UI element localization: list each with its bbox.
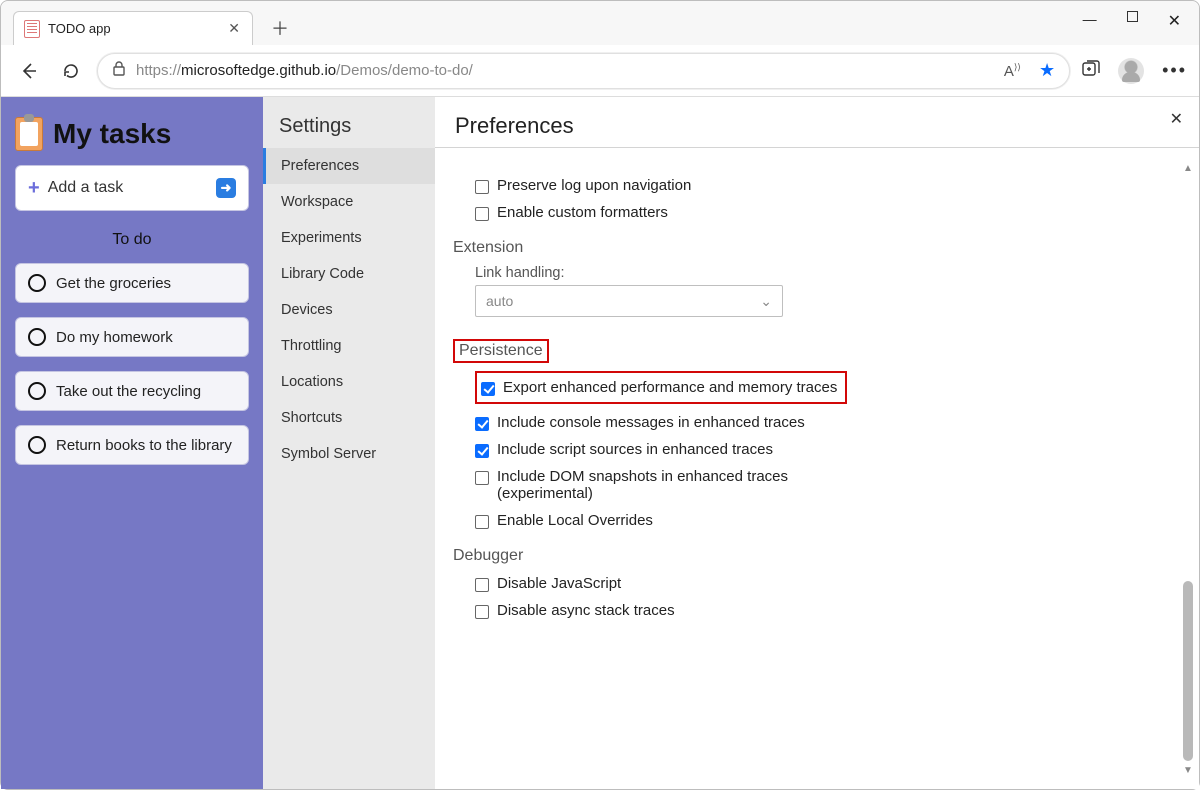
new-tab-button[interactable]: ＋ <box>265 13 295 43</box>
section-persistence-highlight: Persistence <box>453 339 549 363</box>
pref-row-dom-snapshots[interactable]: Include DOM snapshots in enhanced traces… <box>475 468 1199 502</box>
scrollbar[interactable]: ▲ ▼ <box>1181 161 1195 777</box>
settings-item-preferences[interactable]: Preferences <box>263 148 435 184</box>
task-item[interactable]: Return books to the library <box>15 425 249 465</box>
settings-item-locations[interactable]: Locations <box>263 364 435 400</box>
preferences-scroll-area: Preserve log upon navigation Enable cust… <box>435 161 1199 789</box>
checkbox-unchecked-icon[interactable] <box>475 207 489 221</box>
chevron-down-icon: ⌄ <box>760 293 772 310</box>
tab-strip: TODO app ✕ ＋ — ✕ <box>1 1 1199 45</box>
pref-row-preserve-log[interactable]: Preserve log upon navigation <box>475 177 1199 194</box>
close-window-button[interactable]: ✕ <box>1168 11 1181 31</box>
content-area: My tasks + Add a task ➜ To do Get the gr… <box>1 97 1199 789</box>
close-panel-icon[interactable]: ✕ <box>1170 109 1183 129</box>
add-task-button[interactable]: + Add a task ➜ <box>15 165 249 211</box>
section-debugger: Debugger <box>453 547 1199 565</box>
checkbox-unchecked-icon[interactable] <box>475 471 489 485</box>
add-task-label: Add a task <box>48 179 124 197</box>
pref-row-script-sources[interactable]: Include script sources in enhanced trace… <box>475 441 1199 458</box>
clipboard-favicon-icon <box>24 20 40 38</box>
pref-row-export-enhanced[interactable]: Export enhanced performance and memory t… <box>503 379 837 396</box>
checkbox-unchecked-icon[interactable] <box>475 515 489 529</box>
task-label: Get the groceries <box>56 275 171 292</box>
pref-row-disable-async-stack[interactable]: Disable async stack traces <box>475 602 1199 619</box>
task-item[interactable]: Get the groceries <box>15 263 249 303</box>
url-text: https://microsoftedge.github.io/Demos/de… <box>136 62 473 79</box>
todo-section-header: To do <box>15 231 249 249</box>
clipboard-icon <box>15 117 43 151</box>
favorite-star-icon[interactable]: ★ <box>1039 60 1055 81</box>
lock-icon <box>112 60 126 81</box>
settings-sidebar: Settings Preferences Workspace Experimen… <box>263 97 435 789</box>
section-extension: Extension <box>453 239 1199 257</box>
task-label: Do my homework <box>56 329 173 346</box>
arrow-left-icon <box>19 61 39 81</box>
window-controls: — ✕ <box>1083 11 1181 31</box>
divider <box>435 147 1199 148</box>
address-bar[interactable]: https://microsoftedge.github.io/Demos/de… <box>97 53 1070 89</box>
profile-avatar-icon[interactable] <box>1118 58 1144 84</box>
scroll-down-arrow-icon[interactable]: ▼ <box>1181 763 1195 777</box>
task-item[interactable]: Take out the recycling <box>15 371 249 411</box>
collections-icon[interactable] <box>1080 58 1100 83</box>
pref-row-custom-formatters[interactable]: Enable custom formatters <box>475 204 1199 221</box>
settings-item-symbol-server[interactable]: Symbol Server <box>263 436 435 472</box>
maximize-window-button[interactable] <box>1127 11 1138 22</box>
tab-title: TODO app <box>48 21 111 36</box>
checkbox-checked-icon[interactable] <box>481 382 495 396</box>
checkbox-checked-icon[interactable] <box>475 417 489 431</box>
settings-item-library-code[interactable]: Library Code <box>263 256 435 292</box>
task-label: Take out the recycling <box>56 383 201 400</box>
settings-item-devices[interactable]: Devices <box>263 292 435 328</box>
settings-item-experiments[interactable]: Experiments <box>263 220 435 256</box>
scroll-up-arrow-icon[interactable]: ▲ <box>1181 161 1195 175</box>
read-aloud-icon[interactable]: A⟩⟩ <box>1004 62 1021 80</box>
settings-title: Settings <box>263 115 435 148</box>
app-title-row: My tasks <box>15 117 249 151</box>
section-persistence: Persistence <box>459 342 543 359</box>
settings-item-shortcuts[interactable]: Shortcuts <box>263 400 435 436</box>
refresh-button[interactable] <box>55 55 87 87</box>
app-title: My tasks <box>53 118 171 150</box>
refresh-icon <box>61 61 81 81</box>
link-handling-value: auto <box>486 293 513 309</box>
browser-tab-todo-app[interactable]: TODO app ✕ <box>13 11 253 45</box>
more-menu-button[interactable]: ••• <box>1162 60 1187 81</box>
checkbox-checked-icon[interactable] <box>475 444 489 458</box>
radio-circle-icon[interactable] <box>28 328 46 346</box>
checkbox-unchecked-icon[interactable] <box>475 180 489 194</box>
todo-app-sidebar: My tasks + Add a task ➜ To do Get the gr… <box>1 97 263 789</box>
minimize-window-button[interactable]: — <box>1083 11 1097 31</box>
pref-row-export-enhanced-highlight: Export enhanced performance and memory t… <box>475 371 847 404</box>
scroll-thumb[interactable] <box>1183 581 1193 761</box>
radio-circle-icon[interactable] <box>28 382 46 400</box>
link-handling-label: Link handling: <box>475 265 1199 281</box>
checkbox-unchecked-icon[interactable] <box>475 578 489 592</box>
pref-row-local-overrides[interactable]: Enable Local Overrides <box>475 512 1199 529</box>
plus-icon: + <box>28 177 40 200</box>
link-handling-select[interactable]: auto ⌄ <box>475 285 783 317</box>
browser-window: TODO app ✕ ＋ — ✕ https://microsoftedge.g… <box>0 0 1200 790</box>
pref-row-disable-javascript[interactable]: Disable JavaScript <box>475 575 1199 592</box>
radio-circle-icon[interactable] <box>28 274 46 292</box>
radio-circle-icon[interactable] <box>28 436 46 454</box>
browser-actions: ••• <box>1080 58 1187 84</box>
checkbox-unchecked-icon[interactable] <box>475 605 489 619</box>
task-item[interactable]: Do my homework <box>15 317 249 357</box>
back-button[interactable] <box>13 55 45 87</box>
address-bar-row: https://microsoftedge.github.io/Demos/de… <box>1 45 1199 97</box>
pref-row-console-messages[interactable]: Include console messages in enhanced tra… <box>475 414 1199 431</box>
close-tab-icon[interactable]: ✕ <box>226 20 242 37</box>
settings-item-workspace[interactable]: Workspace <box>263 184 435 220</box>
submit-arrow-icon[interactable]: ➜ <box>216 178 236 198</box>
settings-item-throttling[interactable]: Throttling <box>263 328 435 364</box>
preferences-panel: ✕ Preferences Preserve log upon navigati… <box>435 97 1199 789</box>
task-label: Return books to the library <box>56 437 232 454</box>
preferences-title: Preferences <box>435 97 1199 147</box>
